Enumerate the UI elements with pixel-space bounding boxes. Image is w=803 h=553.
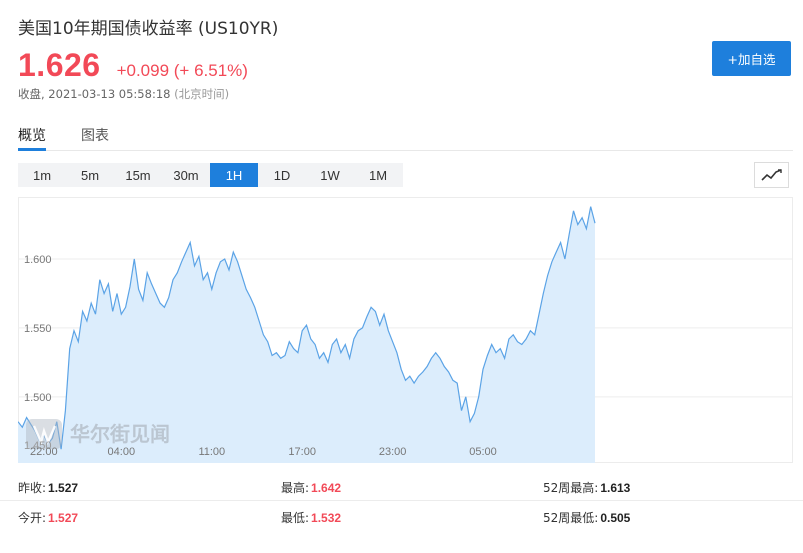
stat-label: 52周最高: (543, 481, 599, 495)
stat-label: 最低: (281, 511, 310, 525)
stat-value: 1.532 (311, 511, 342, 525)
stat-52w-high: 52周最高: 1.613 (543, 479, 630, 496)
y-tick-label: 1.500 (24, 392, 52, 404)
time-range-selector: 1m 5m 15m 30m 1H 1D 1W 1M (18, 163, 403, 187)
range-button-1mo[interactable]: 1M (354, 163, 402, 187)
page-title: 美国10年期国债收益率 (US10YR) (18, 19, 279, 39)
y-tick-label: 1.600 (24, 254, 52, 266)
stat-value: 0.505 (600, 511, 631, 525)
stats-row: 昨收: 1.527 最高: 1.642 52周最高: 1.613 (0, 471, 803, 501)
stat-open: 今开: 1.527 (18, 509, 78, 526)
stat-52w-low: 52周最低: 0.505 (543, 509, 630, 526)
price-chart[interactable]: 华尔街见闻 1.4501.6001.5501.500 22:00 04:00 11:… (18, 197, 793, 463)
range-button-1d[interactable]: 1D (258, 163, 306, 187)
stat-value: 1.642 (311, 481, 342, 495)
range-button-1m[interactable]: 1m (18, 163, 66, 187)
x-tick-label: 22:00 (30, 446, 58, 458)
stat-label: 今开: (18, 511, 47, 525)
watermark-text: 华尔街见闻 (70, 422, 170, 446)
x-tick-label: 17:00 (288, 446, 316, 458)
x-tick-label: 04:00 (108, 446, 136, 458)
stat-value: 1.613 (600, 481, 631, 495)
line-chart-icon (760, 169, 782, 181)
y-tick-label: 1.550 (24, 323, 52, 335)
stats-row: 今开: 1.527 最低: 1.532 52周最低: 0.505 (0, 501, 803, 531)
add-to-watchlist-button[interactable]: +加自选 (712, 41, 791, 76)
stat-label: 昨收: (18, 481, 47, 495)
tab-bar: 概览 图表 (18, 122, 793, 151)
stat-prev-close: 昨收: 1.527 (18, 479, 78, 496)
stat-day-low: 最低: 1.532 (281, 509, 341, 526)
active-tab-indicator (18, 148, 46, 151)
stat-value: 1.527 (48, 511, 79, 525)
last-price: 1.626 (18, 47, 101, 83)
range-button-1w[interactable]: 1W (306, 163, 354, 187)
tab-chart[interactable]: 图表 (81, 125, 109, 145)
stat-label: 最高: (281, 481, 310, 495)
range-button-30m[interactable]: 30m (162, 163, 210, 187)
market-status: 收盘, 2021-03-13 05:58:18 (北京时间) (18, 86, 229, 102)
stat-value: 1.527 (48, 481, 79, 495)
range-button-5m[interactable]: 5m (66, 163, 114, 187)
range-button-15m[interactable]: 15m (114, 163, 162, 187)
price-change: +0.099 (+ 6.51%) (116, 61, 248, 80)
x-tick-label: 05:00 (469, 446, 497, 458)
x-tick-label: 11:00 (198, 446, 225, 458)
status-text: 收盘, 2021-03-13 05:58:18 (18, 87, 171, 101)
quote-row: 1.626 +0.099 (+ 6.51%) (18, 47, 248, 84)
tab-overview[interactable]: 概览 (18, 125, 46, 145)
timezone-label: (北京时间) (174, 87, 230, 101)
x-tick-label: 23:00 (379, 446, 407, 458)
chart-type-toggle[interactable] (754, 162, 789, 188)
range-button-1h[interactable]: 1H (210, 163, 258, 187)
stat-label: 52周最低: (543, 511, 599, 525)
stat-day-high: 最高: 1.642 (281, 479, 341, 496)
